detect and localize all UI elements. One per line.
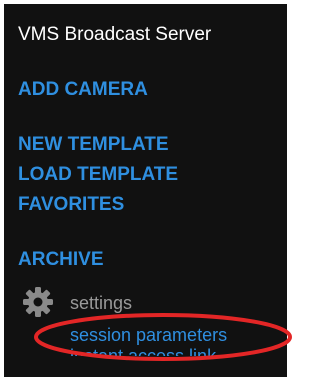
load-template-link[interactable]: LOAD TEMPLATE <box>18 164 178 186</box>
app-title: VMS Broadcast Server <box>18 24 212 45</box>
highlight-circle-annotation <box>34 313 292 361</box>
new-template-link[interactable]: NEW TEMPLATE <box>18 134 169 156</box>
archive-link[interactable]: ARCHIVE <box>18 249 104 271</box>
add-camera-link[interactable]: ADD CAMERA <box>18 79 148 101</box>
favorites-link[interactable]: FAVORITES <box>18 194 124 216</box>
